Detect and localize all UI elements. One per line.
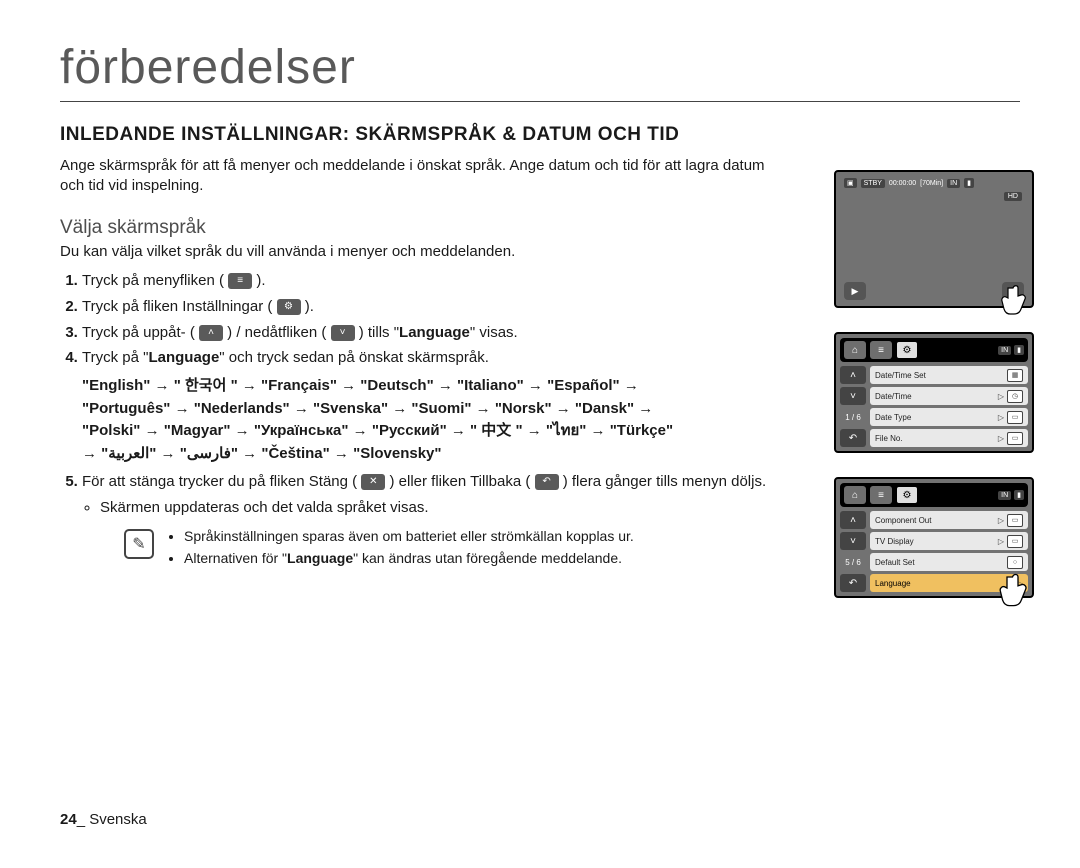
nav-up-b[interactable]: ˄ [840, 511, 866, 529]
step-1: Tryck på menyfliken ( ≡ ). [82, 270, 822, 292]
menu-tab-icon: ≡ [228, 273, 252, 289]
screen-settings-5: ⌂ ≡ ⚙ IN ▮ ˄ ˅ 5 / 6 ↶ Component Out▷▭ T… [834, 477, 1034, 598]
nav-down-b[interactable]: ˅ [840, 532, 866, 550]
nav-back[interactable]: ↶ [840, 429, 866, 447]
play-mode-button[interactable]: ▶ [844, 282, 866, 300]
type-icon: ▭ [1007, 411, 1023, 424]
mode-tab[interactable]: ⌂ [844, 341, 866, 359]
stby-label: STBY [861, 179, 885, 188]
touch-hand-icon [998, 278, 1038, 318]
nav-down[interactable]: ˅ [840, 387, 866, 405]
device-screens: ▣ STBY 00:00:00 [70Min] IN ▮ HD ▶ ≡ ⌂ ≡ … [834, 170, 1034, 598]
lang-row-2: "Português" → "Nederlands" → "Svenska" →… [82, 398, 792, 421]
page-title: förberedelser [60, 40, 1020, 95]
step-2: Tryck på fliken Inställningar ( ⚙ ). [82, 296, 822, 318]
screen-settings-1: ⌂ ≡ ⚙ IN ▮ ˄ ˅ 1 / 6 ↶ Date/Time Set▦ Da… [834, 332, 1034, 453]
notes-list: Språkinställningen sparas även om batter… [164, 527, 634, 573]
clock-icon: ◷ [1007, 390, 1023, 403]
note-1: Språkinställningen sparas även om batter… [184, 527, 634, 546]
intro-text: Ange skärmspråk för att få menyer och me… [60, 156, 780, 195]
title-rule [60, 101, 1020, 102]
settings-tab[interactable]: ⚙ [896, 341, 918, 359]
file-icon: ▭ [1007, 432, 1023, 445]
row-date-type[interactable]: Date Type▷▭ [870, 408, 1028, 426]
menu-tab-b[interactable]: ≡ [870, 486, 892, 504]
storage-in-badge: IN [947, 179, 960, 188]
close-icon: ✕ [361, 474, 385, 490]
camcorder-icon: ▣ [844, 178, 857, 188]
battery-icon: ▮ [964, 178, 974, 188]
menu-tab[interactable]: ≡ [870, 341, 892, 359]
rec-time: 00:00:00 [889, 180, 916, 187]
note-icon: ✎ [124, 529, 154, 559]
note-2: Alternativen för "Language" kan ändras u… [184, 549, 634, 568]
settings-tab-icon: ⚙ [277, 299, 301, 315]
remaining: [70Min] [920, 180, 943, 187]
battery-icon-2: ▮ [1014, 345, 1024, 355]
page-indicator: 1 / 6 [840, 408, 866, 426]
row-tv-display[interactable]: TV Display▷▭ [870, 532, 1028, 550]
storage-in-badge-2: IN [998, 346, 1011, 355]
steps-list: Tryck på menyfliken ( ≡ ). Tryck på flik… [60, 270, 822, 519]
mode-tab-b[interactable]: ⌂ [844, 486, 866, 504]
touch-hand-icon-2 [996, 566, 1040, 610]
tv-icon: ▭ [1007, 535, 1023, 548]
nav-back-b[interactable]: ↶ [840, 574, 866, 592]
nav-up[interactable]: ˄ [840, 366, 866, 384]
step-4: Tryck på "Language" och tryck sedan på ö… [82, 347, 822, 465]
battery-icon-3: ▮ [1014, 490, 1024, 500]
page-indicator-b: 5 / 6 [840, 553, 866, 571]
row-component-out[interactable]: Component Out▷▭ [870, 511, 1028, 529]
settings-tab-b[interactable]: ⚙ [896, 486, 918, 504]
component-icon: ▭ [1007, 514, 1023, 527]
back-icon: ↶ [535, 474, 559, 490]
screen-standby: ▣ STBY 00:00:00 [70Min] IN ▮ HD ▶ ≡ [834, 170, 1034, 308]
hd-badge: HD [1004, 192, 1022, 201]
lang-row-4: → "ﻓﺎرسی" → "العربية" → "Čeština" → "Slo… [82, 443, 792, 466]
down-icon: ˅ [331, 325, 355, 341]
row-datetime-set[interactable]: Date/Time Set▦ [870, 366, 1028, 384]
up-icon: ˄ [199, 325, 223, 341]
row-file-no[interactable]: File No.▷▭ [870, 429, 1028, 447]
step5-bullet: Skärmen uppdateras och det valda språket… [100, 497, 790, 519]
lang-row-3: "Polski" → "Magyar" → "Українська" → "Ру… [82, 420, 792, 443]
calendar-icon: ▦ [1007, 369, 1023, 382]
section-heading: INLEDANDE INSTÄLLNINGAR: SKÄRMSPRÅK & DA… [60, 124, 1020, 146]
row-datetime[interactable]: Date/Time▷◷ [870, 387, 1028, 405]
page-footer: 24_ Svenska [60, 811, 147, 828]
lang-row-1: "English" → " 한국어 " → "Français" → "Deut… [82, 375, 792, 398]
step-3: Tryck på uppåt- ( ˄ ) / nedåtfliken ( ˅ … [82, 322, 822, 344]
storage-in-badge-3: IN [998, 491, 1011, 500]
step-5: För att stänga trycker du på fliken Stän… [82, 471, 822, 519]
